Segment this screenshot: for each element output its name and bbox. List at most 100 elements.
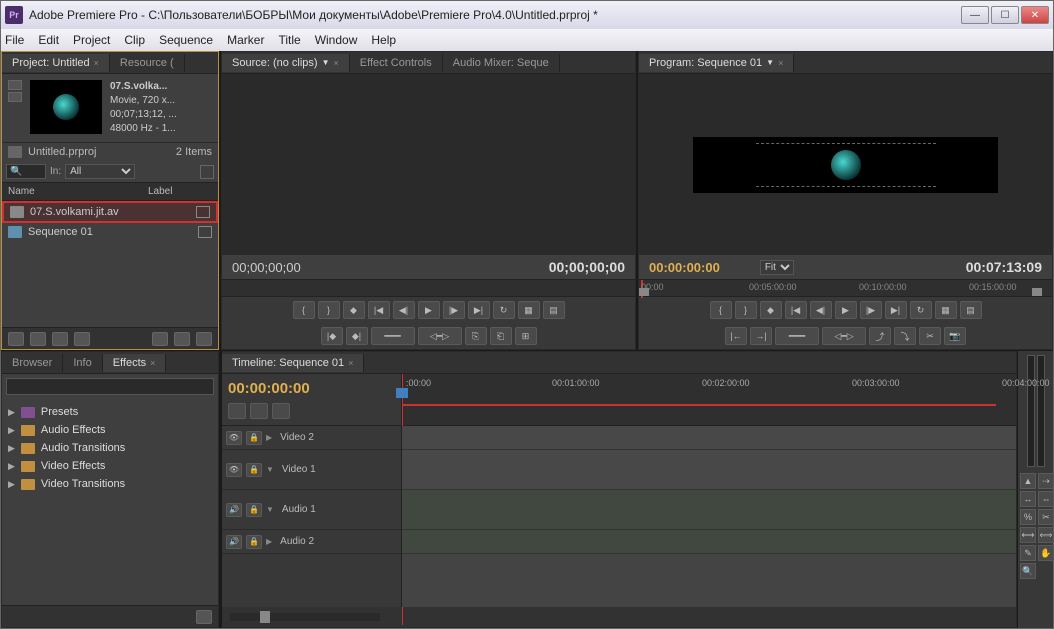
track-toggle-visibility-icon[interactable]: 👁 — [226, 463, 242, 477]
step-fwd-icon[interactable]: |▶ — [443, 301, 465, 319]
search-scope-select[interactable]: All — [65, 164, 135, 179]
fx-folder-audio-effects[interactable]: ▶Audio Effects — [6, 421, 214, 439]
timeline-ruler[interactable]: :00:00 00:01:00:00 00:02:00:00 00:03:00:… — [402, 374, 1016, 425]
loop-icon[interactable]: ↻ — [493, 301, 515, 319]
icon-view-icon[interactable] — [30, 332, 46, 346]
timeline-tc[interactable]: 00:00:00:00 — [228, 380, 395, 397]
prev-marker-icon[interactable]: |◆ — [321, 327, 343, 345]
col-label[interactable]: Label — [148, 186, 172, 197]
label-swatch[interactable] — [196, 206, 210, 218]
tab-audio-mixer[interactable]: Audio Mixer: Seque — [443, 54, 560, 72]
next-edit-icon[interactable]: →| — [750, 327, 772, 345]
set-out-icon[interactable]: } — [318, 301, 340, 319]
step-back-icon[interactable]: ◀| — [810, 301, 832, 319]
tab-timeline[interactable]: Timeline: Sequence 01× — [222, 354, 364, 372]
new-item-icon[interactable] — [174, 332, 190, 346]
next-marker-icon[interactable]: ◆| — [346, 327, 368, 345]
tab-info[interactable]: Info — [63, 354, 102, 372]
track-select-tool-icon[interactable]: ⇢ — [1038, 473, 1054, 489]
link-icon[interactable] — [272, 403, 290, 419]
goto-out-icon[interactable]: ▶| — [885, 301, 907, 319]
tab-program[interactable]: Program: Sequence 01▼× — [639, 54, 794, 72]
step-fwd-icon[interactable]: |▶ — [860, 301, 882, 319]
menu-edit[interactable]: Edit — [38, 33, 59, 47]
maximize-button[interactable]: ☐ — [991, 6, 1019, 24]
fx-folder-video-effects[interactable]: ▶Video Effects — [6, 457, 214, 475]
set-in-icon[interactable]: { — [293, 301, 315, 319]
set-out-icon[interactable]: } — [735, 301, 757, 319]
marker-icon[interactable]: ◆ — [760, 301, 782, 319]
tab-effect-controls[interactable]: Effect Controls — [350, 54, 443, 72]
slip-tool-icon[interactable]: ⟷ — [1020, 527, 1036, 543]
rate-tool-icon[interactable]: % — [1020, 509, 1036, 525]
play-icon[interactable]: ▶ — [418, 301, 440, 319]
set-in-icon[interactable]: { — [710, 301, 732, 319]
tab-browser[interactable]: Browser — [2, 354, 63, 372]
track-mute-icon[interactable]: 🔊 — [226, 503, 242, 517]
tab-resource[interactable]: Resource ( — [110, 54, 185, 72]
menu-project[interactable]: Project — [73, 33, 110, 47]
track-toggle-visibility-icon[interactable]: 👁 — [226, 431, 242, 445]
rolling-tool-icon[interactable]: ⇔ — [1038, 491, 1054, 507]
program-ruler[interactable]: 00:00 00:05:00:00 00:10:00:00 00:15:00:0… — [639, 279, 1052, 297]
track-lock-icon[interactable]: 🔒 — [246, 431, 262, 445]
menu-file[interactable]: File — [5, 33, 24, 47]
automate-icon[interactable] — [52, 332, 68, 346]
menu-title[interactable]: Title — [278, 33, 300, 47]
search-nav-icon[interactable] — [200, 165, 214, 179]
close-button[interactable]: ✕ — [1021, 6, 1049, 24]
shuttle-icon[interactable]: ◁━▷ — [418, 327, 462, 345]
track-header-a2[interactable]: 🔊 🔒 ▶Audio 2 — [222, 530, 401, 554]
tab-project[interactable]: Project: Untitled× — [2, 54, 110, 72]
prev-edit-icon[interactable]: |← — [725, 327, 747, 345]
track-mute-icon[interactable]: 🔊 — [226, 535, 242, 549]
new-bin-icon[interactable] — [152, 332, 168, 346]
project-item-sequence[interactable]: Sequence 01 — [2, 223, 218, 241]
safe-margins-icon[interactable]: ▦ — [518, 301, 540, 319]
zoom-select[interactable]: Fit — [760, 260, 794, 275]
tab-effects[interactable]: Effects× — [103, 354, 167, 372]
safe-margins-icon[interactable]: ▦ — [935, 301, 957, 319]
lift-icon[interactable]: ⤴ — [869, 327, 891, 345]
nest-icon[interactable] — [250, 403, 268, 419]
shuttle-icon[interactable]: ◁━▷ — [822, 327, 866, 345]
track-header-v2[interactable]: 👁 🔒 ▶Video 2 — [222, 426, 401, 450]
minimize-button[interactable]: — — [961, 6, 989, 24]
tab-source[interactable]: Source: (no clips)▼× — [222, 54, 350, 72]
insert-icon[interactable]: ⎘ — [465, 327, 487, 345]
menu-clip[interactable]: Clip — [124, 33, 145, 47]
marker-icon[interactable]: ◆ — [343, 301, 365, 319]
output-icon[interactable]: ▤ — [960, 301, 982, 319]
effects-search-input[interactable] — [6, 378, 214, 395]
list-view-icon[interactable] — [8, 332, 24, 346]
menu-window[interactable]: Window — [315, 33, 358, 47]
new-bin-icon[interactable] — [196, 610, 212, 624]
goto-out-icon[interactable]: ▶| — [468, 301, 490, 319]
zoom-tool-icon[interactable]: 🔍 — [1020, 563, 1036, 579]
step-back-icon[interactable]: ◀| — [393, 301, 415, 319]
selection-tool-icon[interactable]: ▲ — [1020, 473, 1036, 489]
poster-frame-icon[interactable] — [8, 80, 22, 90]
overlay-icon[interactable]: ⎗ — [490, 327, 512, 345]
ripple-tool-icon[interactable]: ↔ — [1020, 491, 1036, 507]
timeline-tracks-area[interactable] — [402, 426, 1016, 607]
menu-sequence[interactable]: Sequence — [159, 33, 213, 47]
loop-icon[interactable]: ↻ — [910, 301, 932, 319]
delete-icon[interactable] — [196, 332, 212, 346]
program-tc-current[interactable]: 00:00:00:00 — [649, 260, 720, 275]
bin-icon[interactable] — [8, 146, 22, 158]
fx-folder-audio-transitions[interactable]: ▶Audio Transitions — [6, 439, 214, 457]
col-name[interactable]: Name — [8, 186, 148, 197]
track-header-v1[interactable]: 👁 🔒 ▼Video 1 — [222, 450, 401, 490]
slide-tool-icon[interactable]: ⟺ — [1038, 527, 1054, 543]
menu-help[interactable]: Help — [371, 33, 396, 47]
trim-icon[interactable]: ✂ — [919, 327, 941, 345]
track-lock-icon[interactable]: 🔒 — [246, 463, 262, 477]
play-preview-icon[interactable] — [8, 92, 22, 102]
jog-icon[interactable]: ━━━ — [775, 327, 819, 345]
take-av-icon[interactable]: ⊞ — [515, 327, 537, 345]
track-header-a1[interactable]: 🔊 🔒 ▼Audio 1 — [222, 490, 401, 530]
label-swatch[interactable] — [198, 226, 212, 238]
track-lock-icon[interactable]: 🔒 — [246, 503, 262, 517]
hand-tool-icon[interactable]: ✋ — [1038, 545, 1054, 561]
